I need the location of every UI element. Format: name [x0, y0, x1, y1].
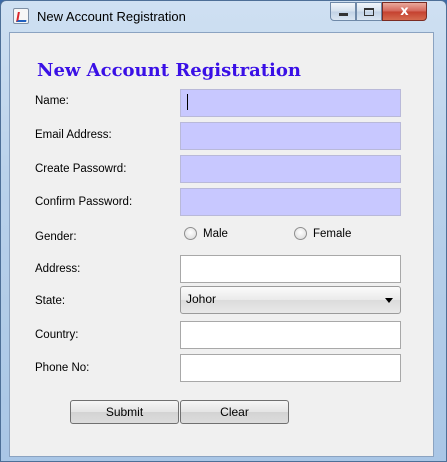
- create-password-label: Create Passowrd:: [35, 163, 127, 175]
- title-bar[interactable]: New Account Registration x: [1, 1, 446, 33]
- state-selected-value: Johor: [186, 292, 217, 306]
- gender-female-option[interactable]: Female: [294, 227, 351, 240]
- maximize-button[interactable]: [356, 2, 382, 21]
- phone-label: Phone No:: [35, 362, 90, 374]
- country-label: Country:: [35, 329, 79, 341]
- form-panel: New Account Registration Name: Email Add…: [9, 32, 434, 457]
- close-icon: x: [400, 4, 409, 19]
- chevron-down-icon[interactable]: [385, 298, 393, 303]
- maximize-icon: [364, 7, 374, 16]
- male-radio-label: Male: [203, 227, 228, 240]
- window-title: New Account Registration: [37, 9, 186, 24]
- minimize-button[interactable]: [330, 2, 356, 21]
- form-heading: New Account Registration: [37, 60, 301, 81]
- address-field[interactable]: [180, 255, 401, 283]
- male-radio[interactable]: [184, 227, 197, 240]
- female-radio-label: Female: [313, 227, 352, 240]
- java-app-icon[interactable]: [13, 8, 29, 24]
- text-caret: [187, 94, 188, 110]
- minimize-icon: [338, 13, 348, 16]
- clear-button[interactable]: Clear: [180, 400, 289, 424]
- email-field[interactable]: [180, 122, 401, 150]
- state-label: State:: [35, 295, 66, 307]
- email-label: Email Address:: [35, 129, 112, 141]
- country-field[interactable]: [180, 321, 401, 349]
- close-button[interactable]: x: [382, 2, 427, 21]
- submit-button[interactable]: Submit: [70, 400, 179, 424]
- confirm-password-label: Confirm Password:: [35, 196, 133, 208]
- female-radio[interactable]: [294, 227, 307, 240]
- address-label: Address:: [35, 263, 81, 275]
- phone-field[interactable]: [180, 354, 401, 382]
- name-field[interactable]: [180, 89, 401, 117]
- registration-window: New Account Registration x New Account R…: [0, 0, 447, 462]
- confirm-password-field[interactable]: [180, 188, 401, 216]
- create-password-field[interactable]: [180, 155, 401, 183]
- state-select[interactable]: Johor: [180, 286, 401, 314]
- name-label: Name:: [35, 95, 69, 107]
- gender-male-option[interactable]: Male: [184, 227, 228, 240]
- gender-label: Gender:: [35, 231, 77, 243]
